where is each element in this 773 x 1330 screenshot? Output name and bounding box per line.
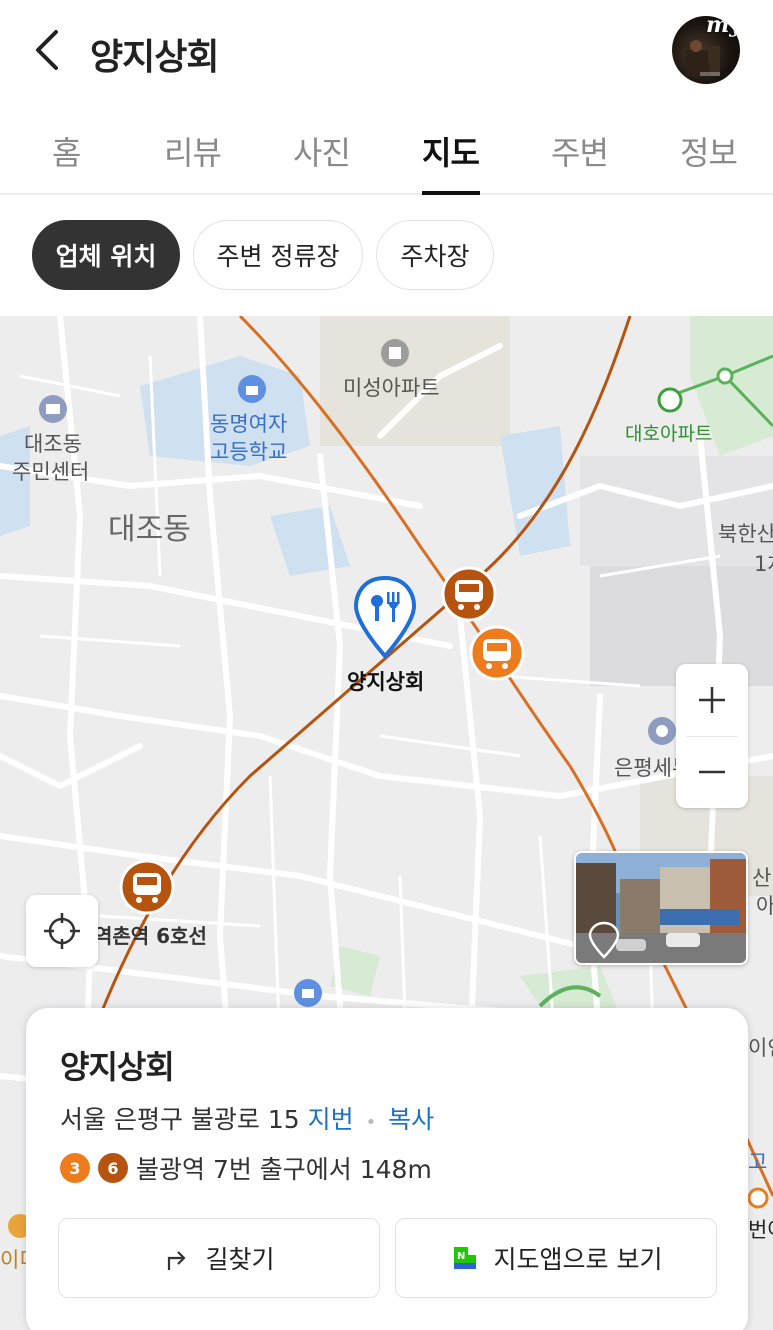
street-view-thumbnail[interactable] bbox=[574, 851, 748, 965]
map-label-edge-5: 번야 bbox=[748, 1218, 773, 1242]
naver-map-icon: N bbox=[453, 1247, 476, 1269]
address-row: 서울 은평구 불광로 15 지번 • 복사 bbox=[60, 1100, 434, 1136]
map-label-district: 대조동 bbox=[108, 512, 191, 547]
crosshair-icon bbox=[44, 913, 80, 949]
back-button[interactable] bbox=[28, 26, 68, 74]
subway-info-row: 3 6 불광역 7번 출구에서 148m bbox=[60, 1152, 432, 1184]
chevron-left-icon bbox=[36, 30, 58, 70]
tab-nearby[interactable]: 주변 bbox=[551, 128, 609, 174]
map-label-daeho: 대호아파트 bbox=[625, 423, 713, 445]
card-title: 양지상회 bbox=[60, 1048, 175, 1086]
map-label-community-2: 주민센터 bbox=[12, 460, 90, 484]
copy-address-link[interactable]: 복사 bbox=[388, 1105, 434, 1134]
subway-line6-icon bbox=[441, 566, 497, 622]
map-label-edge-4: 고 bbox=[748, 1150, 768, 1174]
map-label-bukhan-2: 1차 bbox=[754, 552, 773, 576]
svg-text:N: N bbox=[457, 1251, 465, 1262]
map-label-school-1: 동명여자 bbox=[210, 412, 288, 436]
chip-business-location[interactable]: 업체 위치 bbox=[32, 220, 180, 290]
active-tab-indicator bbox=[422, 191, 480, 195]
minus-icon bbox=[699, 770, 725, 774]
tab-bar: 홈 리뷰 사진 지도 주변 정보 bbox=[0, 108, 773, 195]
map-label-edge-1: 산 bbox=[752, 866, 772, 890]
chip-parking[interactable]: 주차장 bbox=[376, 220, 494, 290]
tab-home[interactable]: 홈 bbox=[52, 128, 81, 174]
current-location-button[interactable] bbox=[26, 895, 98, 967]
place-info-card: 양지상회 서울 은평구 불광로 15 지번 • 복사 3 6 불광역 7번 출구… bbox=[26, 1008, 748, 1330]
subway-line-6-badge: 6 bbox=[98, 1153, 128, 1183]
filter-chips: 업체 위치 주변 정류장 주차장 bbox=[0, 196, 773, 316]
zoom-in-button[interactable] bbox=[676, 664, 748, 736]
map-label-community-1: 대조동 bbox=[24, 432, 82, 456]
zoom-controls bbox=[676, 664, 748, 808]
lot-number-link[interactable]: 지번 bbox=[308, 1105, 354, 1134]
tab-photos[interactable]: 사진 bbox=[293, 128, 351, 174]
separator-dot: • bbox=[365, 1112, 377, 1133]
map-label-school-2: 고등학교 bbox=[210, 440, 288, 464]
directions-button-label: 길찾기 bbox=[205, 1245, 275, 1274]
address-text: 서울 은평구 불광로 15 bbox=[60, 1105, 300, 1134]
header: 양지상회 my bbox=[0, 0, 773, 100]
avatar-text: my bbox=[705, 16, 740, 38]
avatar[interactable]: my bbox=[672, 16, 740, 84]
tab-info[interactable]: 정보 bbox=[680, 128, 738, 174]
directions-button[interactable]: 길찾기 bbox=[58, 1218, 380, 1298]
open-map-app-label: 지도앱으로 보기 bbox=[493, 1245, 663, 1274]
page-title: 양지상회 bbox=[90, 37, 219, 78]
bus-stop-poi-icon bbox=[657, 387, 683, 413]
map-label-bukhan-1: 북한산 bbox=[718, 522, 773, 546]
plus-icon bbox=[699, 687, 725, 713]
chip-nearby-stops[interactable]: 주변 정류장 bbox=[193, 220, 363, 290]
map-label-station: 역촌역 6호선 bbox=[94, 924, 207, 948]
subway-distance-text: 불광역 7번 출구에서 148m bbox=[136, 1155, 432, 1184]
tab-reviews[interactable]: 리뷰 bbox=[164, 128, 222, 174]
street-view-image bbox=[576, 853, 746, 963]
map-label-edge-3: 이인 bbox=[748, 1036, 773, 1060]
map-label-edge-2: 아 bbox=[756, 894, 773, 918]
subway-station-icon bbox=[119, 859, 175, 915]
map-label-marker: 양지상회 bbox=[347, 670, 425, 694]
map-label-misung: 미성아파트 bbox=[343, 376, 440, 400]
tab-map[interactable]: 지도 bbox=[422, 128, 480, 174]
turn-right-arrow-icon bbox=[168, 1251, 187, 1270]
open-map-app-button[interactable]: N 지도앱으로 보기 bbox=[395, 1218, 717, 1298]
subway-line-3-badge: 3 bbox=[60, 1153, 90, 1183]
zoom-out-button[interactable] bbox=[676, 736, 748, 808]
subway-line3-icon bbox=[469, 625, 525, 681]
